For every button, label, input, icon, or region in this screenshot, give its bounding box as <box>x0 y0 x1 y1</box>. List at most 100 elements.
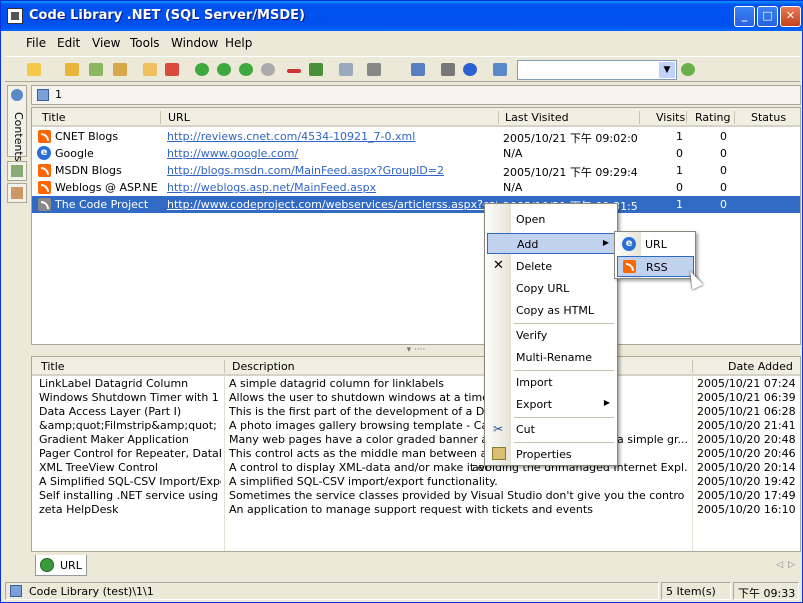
new-category-icon[interactable] <box>141 61 159 79</box>
menu-export[interactable]: Export ▶ <box>487 394 616 415</box>
scroll-left-icon[interactable]: ◁ <box>776 560 783 570</box>
menu-window[interactable]: Window <box>171 36 218 50</box>
col-url[interactable]: URL <box>168 111 190 124</box>
list-item[interactable]: Gradient Maker Application Many web pages… <box>32 433 800 447</box>
chevron-down-icon[interactable]: ▼ <box>659 62 675 78</box>
submenu-url[interactable]: e URL <box>617 234 694 255</box>
list-item[interactable]: Self installing .NET service using th...… <box>32 489 800 503</box>
menu-multi-rename[interactable]: Multi-Rename <box>487 347 616 368</box>
new-icon[interactable] <box>25 61 43 79</box>
window-title: Code Library .NET (SQL Server/MSDE) <box>29 8 305 23</box>
contents-tab-label: Contents <box>12 112 25 162</box>
menu-help[interactable]: Help <box>225 36 252 50</box>
scroll-right-icon[interactable]: ▷ <box>788 560 795 570</box>
up-icon[interactable] <box>237 61 255 79</box>
help-icon[interactable] <box>461 61 479 79</box>
col-title[interactable]: Title <box>41 360 65 373</box>
title-bar: Code Library .NET (SQL Server/MSDE) _ □ … <box>1 1 803 31</box>
menu-verify[interactable]: Verify <box>487 325 616 346</box>
delete-category-icon[interactable] <box>163 61 181 79</box>
add-submenu: e URL RSS <box>614 231 696 279</box>
list-item[interactable]: &amp;quot;Filmstrip&amp;quot; or ...A ph… <box>32 419 800 433</box>
forward-icon[interactable] <box>215 61 233 79</box>
document-bar: 1 <box>31 85 801 105</box>
menu-properties[interactable]: Properties <box>487 444 616 465</box>
menu-add[interactable]: Add ▶ <box>487 233 616 254</box>
menu-copy-url[interactable]: Copy URL <box>487 278 616 299</box>
maximize-button[interactable]: □ <box>757 6 778 27</box>
menu-file[interactable]: File <box>26 36 46 50</box>
col-visits[interactable]: Visits <box>656 111 685 124</box>
minimize-button[interactable]: _ <box>734 6 755 27</box>
toolbar: ▼ <box>5 56 800 82</box>
col-last-visited[interactable]: Last Visited <box>505 111 569 124</box>
page-number: 1 <box>55 88 62 101</box>
copy-icon[interactable] <box>337 61 355 79</box>
ie-icon: e <box>37 146 51 160</box>
search-icon[interactable] <box>491 61 509 79</box>
open-folder-icon[interactable] <box>63 61 81 79</box>
menu-delete[interactable]: ✕ Delete <box>487 256 616 277</box>
list-item[interactable]: A Simplified SQL-CSV Import/Export...A s… <box>32 475 800 489</box>
menu-copy-as-html[interactable]: Copy as HTML <box>487 300 616 321</box>
table-row[interactable]: CNET Blogs http://reviews.cnet.com/4534-… <box>32 128 800 145</box>
menu-edit[interactable]: Edit <box>57 36 80 50</box>
menu-tools[interactable]: Tools <box>130 36 160 50</box>
col-description[interactable]: Description <box>232 360 295 373</box>
contents-icon <box>11 89 23 101</box>
table-row[interactable]: Weblogs @ ASP.NET http://weblogs.asp.net… <box>32 179 800 196</box>
table-row[interactable]: e Google http://www.google.com/ N/A 0 0 <box>32 145 800 162</box>
go-icon[interactable] <box>679 61 697 79</box>
link-list-header: Title URL Last Visited Visits Rating Sta… <box>32 108 800 127</box>
back-icon[interactable] <box>193 61 211 79</box>
tab-strip: URL ◁ ▷ <box>31 555 801 577</box>
globe-icon <box>40 558 54 572</box>
menu-view[interactable]: View <box>92 36 120 50</box>
menu-import[interactable]: Import <box>487 372 616 393</box>
menu-cut[interactable]: ✂ Cut <box>487 419 616 440</box>
rss-icon <box>38 198 51 211</box>
app-icon[interactable] <box>7 8 23 24</box>
print-icon[interactable] <box>365 61 383 79</box>
context-menu: Open Add ▶ ✕ Delete Copy URL Copy as HTML … <box>484 203 618 466</box>
list-item[interactable]: Pager Control for Repeater, DataLi... Thi… <box>32 447 800 461</box>
view-icon[interactable] <box>409 61 427 79</box>
binoculars-icon <box>11 165 23 177</box>
rss-icon <box>38 130 51 143</box>
submenu-rss[interactable]: RSS <box>617 256 694 277</box>
article-list: Title Description Date Added LinkLabel D… <box>31 356 801 552</box>
list-item[interactable]: Windows Shutdown Timer with 1 Mi...Allow… <box>32 391 800 405</box>
list-item[interactable]: XML TreeView Control A control to display… <box>32 461 800 475</box>
table-row-selected[interactable]: The Code Project http://www.codeproject.… <box>32 196 800 213</box>
table-row[interactable]: MSDN Blogs http://blogs.msdn.com/MainFee… <box>32 162 800 179</box>
list-item[interactable]: Data Access Layer (Part I) This is the fi… <box>32 405 800 419</box>
favorites-tab[interactable] <box>7 183 27 203</box>
remove-icon[interactable] <box>285 61 303 79</box>
close-button[interactable]: ✕ <box>780 6 801 27</box>
export-icon[interactable] <box>111 61 129 79</box>
grid-icon <box>10 585 22 597</box>
down-icon[interactable] <box>259 61 277 79</box>
col-status[interactable]: Status <box>751 111 786 124</box>
main-window: Code Library .NET (SQL Server/MSDE) _ □ … <box>0 0 803 603</box>
col-date-added[interactable]: Date Added <box>728 360 793 373</box>
search-combo[interactable]: ▼ <box>517 60 677 80</box>
rss-icon <box>38 181 51 194</box>
status-time-panel: 下午 09:33 <box>733 582 799 600</box>
tab-url[interactable]: URL <box>35 555 87 576</box>
list-item[interactable]: zeta HelpDesk An application to manage su… <box>32 503 800 517</box>
contents-tab[interactable]: Contents <box>7 85 27 161</box>
rss-icon <box>38 164 51 177</box>
chevron-right-icon: ▶ <box>603 398 610 407</box>
splitter[interactable]: ▾ ···· <box>31 346 801 355</box>
search-tab[interactable] <box>7 161 27 181</box>
status-bar: Code Library (test)\1\1 5 Item(s) 下午 09:… <box>5 581 800 601</box>
col-title[interactable]: Title <box>42 111 66 124</box>
menu-open[interactable]: Open <box>487 209 616 230</box>
col-rating[interactable]: Rating <box>695 111 730 124</box>
ie-icon: e <box>622 237 636 251</box>
insert-icon[interactable] <box>307 61 325 79</box>
list-item[interactable]: LinkLabel Datagrid Column A simple datagr… <box>32 377 800 391</box>
refresh-icon[interactable] <box>87 61 105 79</box>
tools-icon[interactable] <box>439 61 457 79</box>
